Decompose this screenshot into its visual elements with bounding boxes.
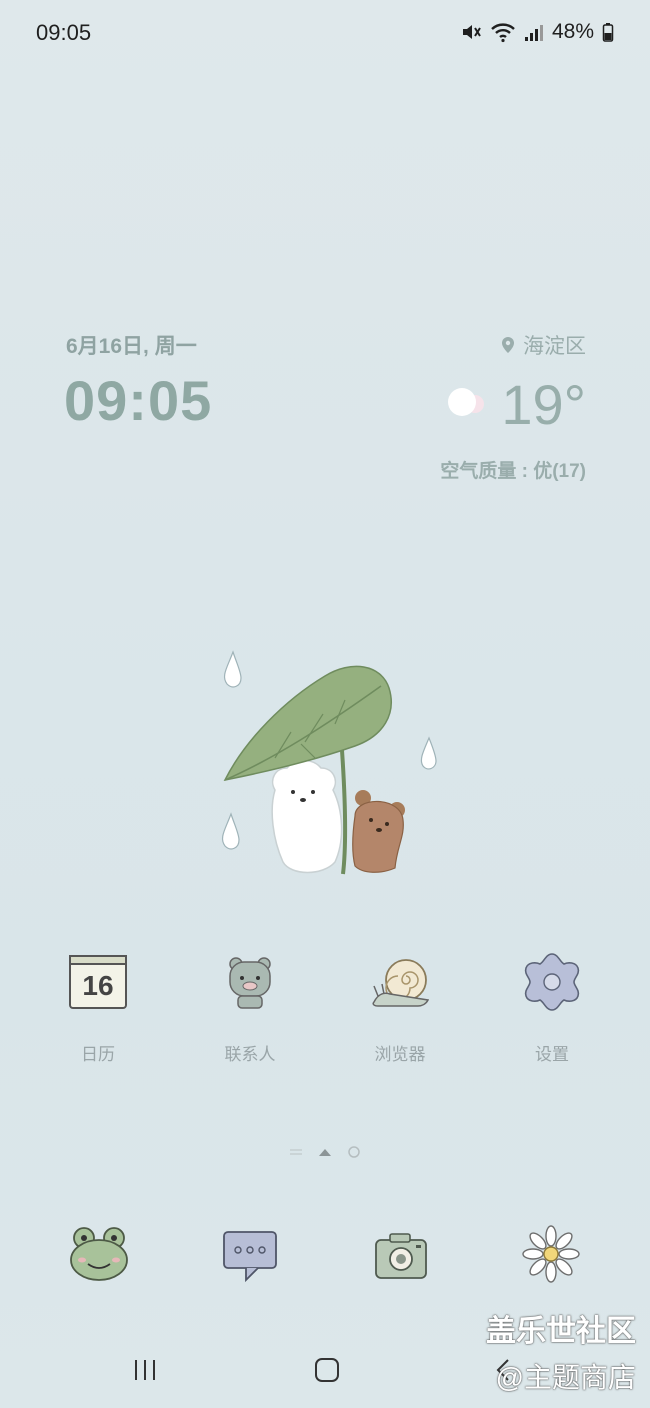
status-time: 09:05	[36, 20, 92, 45]
widget-temperature: 19°	[501, 373, 586, 436]
contacts-icon	[218, 950, 282, 1014]
battery-icon	[602, 23, 614, 42]
messages-icon[interactable]	[216, 1222, 286, 1288]
weather-clock-widget[interactable]: 6月16日, 周一 09:05 海淀区 19° 空气质量 : 优(17)	[0, 320, 650, 490]
location-pin-icon	[502, 337, 514, 353]
settings-icon	[520, 950, 584, 1014]
page-indicator-lines	[290, 1149, 302, 1155]
page-indicator-dot	[348, 1146, 360, 1158]
recents-icon[interactable]	[135, 1360, 155, 1380]
status-bar: 09:05 48%	[0, 0, 650, 64]
partly-cloudy-icon	[444, 386, 484, 418]
app-contacts[interactable]: 联系人	[190, 950, 310, 1065]
calendar-day-number: 16	[82, 970, 113, 1001]
camera-icon[interactable]	[366, 1222, 436, 1288]
home-icon[interactable]	[315, 1358, 339, 1382]
browser-icon	[368, 950, 432, 1014]
app-label-calendar: 日历	[81, 1045, 115, 1064]
mute-icon	[462, 25, 481, 39]
watermark-title: 盖乐世社区	[486, 1315, 636, 1348]
app-browser[interactable]: 浏览器	[340, 950, 460, 1065]
dock	[0, 1222, 650, 1292]
app-label-browser: 浏览器	[374, 1045, 426, 1064]
calendar-icon: 16	[66, 950, 130, 1014]
location-name: 海淀区	[523, 335, 586, 358]
status-icons: 48%	[460, 20, 614, 44]
wallpaper-illustration	[205, 640, 445, 890]
watermark-subtitle: @主题商店	[495, 1362, 636, 1393]
signal-icon	[524, 25, 543, 41]
phone-icon[interactable]	[64, 1222, 134, 1288]
widget-date: 6月16日, 周一	[66, 335, 197, 358]
app-settings[interactable]: 设置	[492, 950, 612, 1065]
app-row: 16 日历 联系人 浏览器 设置	[0, 950, 650, 1070]
widget-location: 海淀区	[501, 330, 586, 360]
page-indicator-home	[319, 1149, 331, 1156]
page-indicator[interactable]	[0, 1144, 650, 1160]
wifi-icon	[491, 23, 515, 43]
app-label-contacts: 联系人	[224, 1045, 276, 1064]
battery-percent: 48%	[551, 20, 594, 43]
app-calendar[interactable]: 16 日历	[38, 950, 158, 1065]
widget-air-quality: 空气质量 : 优(17)	[440, 461, 586, 482]
app-label-settings: 设置	[535, 1045, 569, 1064]
gallery-icon[interactable]	[516, 1222, 586, 1288]
widget-clock: 09:05	[64, 369, 213, 432]
